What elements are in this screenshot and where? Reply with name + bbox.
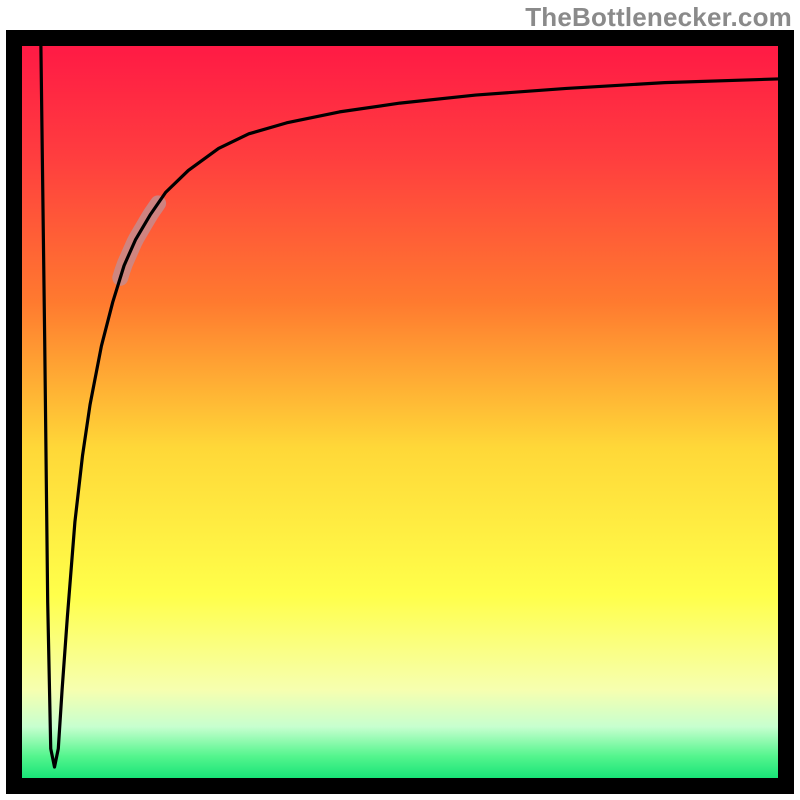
watermark-text: TheBottlenecker.com	[525, 2, 792, 33]
plot-background	[22, 46, 778, 778]
chart-stage: TheBottlenecker.com	[0, 0, 800, 800]
bottleneck-chart	[0, 0, 800, 800]
